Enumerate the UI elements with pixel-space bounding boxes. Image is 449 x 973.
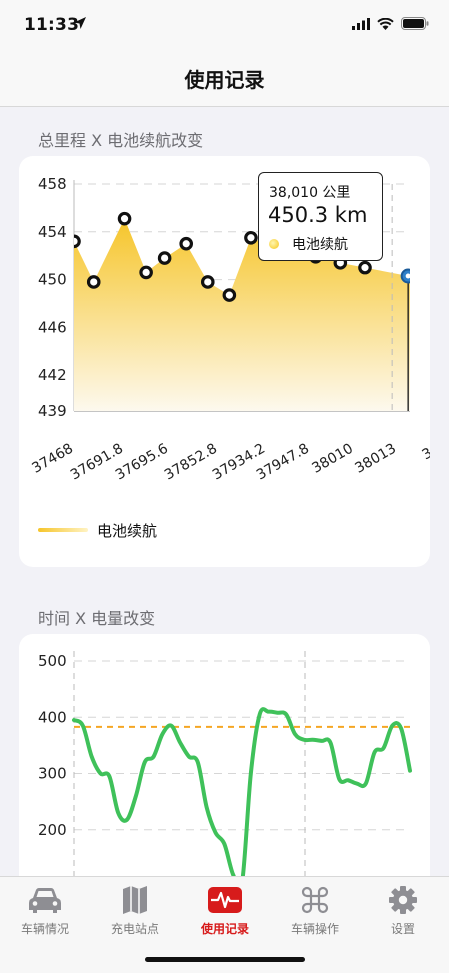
y-tick-label: 400	[38, 708, 67, 726]
highlighted-point-center	[405, 273, 410, 279]
x-tick-label: 38010	[309, 441, 356, 477]
chart-tooltip: 38,010 公里 450.3 km 电池续航	[258, 172, 383, 261]
data-point	[358, 260, 372, 275]
data-point	[139, 265, 153, 280]
tab-usage-records[interactable]: 使用记录	[180, 877, 270, 947]
chart1-section-title: 总里程 X 电池续航改变	[38, 131, 204, 150]
charge-chart-card[interactable]: 500 400 300 200	[19, 634, 430, 894]
charge-line	[72, 707, 412, 892]
chart2-section-title: 时间 X 电量改变	[38, 609, 156, 628]
y-tick-label: 458	[38, 175, 67, 193]
tab-label: 使用记录	[200, 922, 249, 936]
page-title: 使用记录	[184, 68, 265, 92]
tab-vehicle-operations[interactable]: 车辆操作	[270, 877, 360, 947]
data-point	[244, 230, 258, 245]
y-tick-label: 446	[38, 318, 67, 336]
x-tick-label: 38	[420, 441, 430, 464]
signal-icon	[352, 17, 370, 30]
charge-line-chart[interactable]: 500 400 300 200	[19, 634, 430, 894]
tab-label: 车辆情况	[20, 922, 69, 936]
location-arrow-icon	[74, 17, 86, 29]
y-tick-label: 439	[38, 402, 67, 420]
status-time: 11:33	[24, 15, 80, 35]
range-chart-card[interactable]: 458 454 450 446 442 439 37468 37691.8 37695.6 378…	[19, 156, 430, 567]
tooltip-odometer: 38,010 公里	[269, 185, 351, 201]
data-point	[222, 288, 237, 302]
tooltip-range-value: 450.3 km	[268, 203, 368, 227]
status-bar: 11:33	[0, 0, 449, 52]
legend-label: 电池续航	[97, 522, 158, 540]
y-tick-label: 454	[38, 223, 67, 241]
tooltip-series-dot	[269, 239, 279, 249]
data-point	[415, 268, 425, 278]
tab-label: 车辆操作	[290, 922, 339, 936]
data-point	[117, 211, 132, 226]
tab-charging-stations[interactable]: 充电站点	[90, 877, 180, 947]
tooltip-series-name: 电池续航	[292, 237, 348, 253]
data-point	[86, 275, 101, 289]
data-point	[74, 234, 81, 249]
tab-vehicle-status[interactable]: 车辆情况	[0, 877, 90, 947]
gear-icon	[389, 886, 417, 914]
wifi-icon	[377, 17, 394, 30]
tab-label: 充电站点	[110, 922, 159, 936]
x-tick-label: 38013	[352, 441, 399, 477]
command-icon	[301, 886, 329, 914]
y-tick-label: 450	[38, 271, 67, 289]
y-tick-label: 200	[38, 821, 67, 839]
data-point	[157, 251, 172, 265]
tab-settings[interactable]: 设置	[358, 877, 448, 947]
activity-icon	[208, 887, 242, 913]
map-icon	[123, 886, 147, 914]
x-tick-label: 37852.8	[162, 441, 220, 484]
tab-bar: 车辆情况 充电站点 使用记录 车辆操作 设置	[0, 876, 449, 973]
data-point	[200, 275, 215, 289]
y-tick-label: 300	[38, 765, 67, 783]
legend-swatch	[38, 528, 88, 532]
battery-icon	[401, 17, 429, 30]
navigation-bar: 使用记录	[0, 52, 449, 107]
tab-label: 设置	[390, 922, 415, 936]
y-tick-label: 500	[38, 652, 67, 670]
car-icon	[29, 888, 61, 913]
y-tick-label: 442	[38, 366, 67, 384]
home-indicator	[145, 957, 305, 962]
data-point	[179, 236, 194, 251]
